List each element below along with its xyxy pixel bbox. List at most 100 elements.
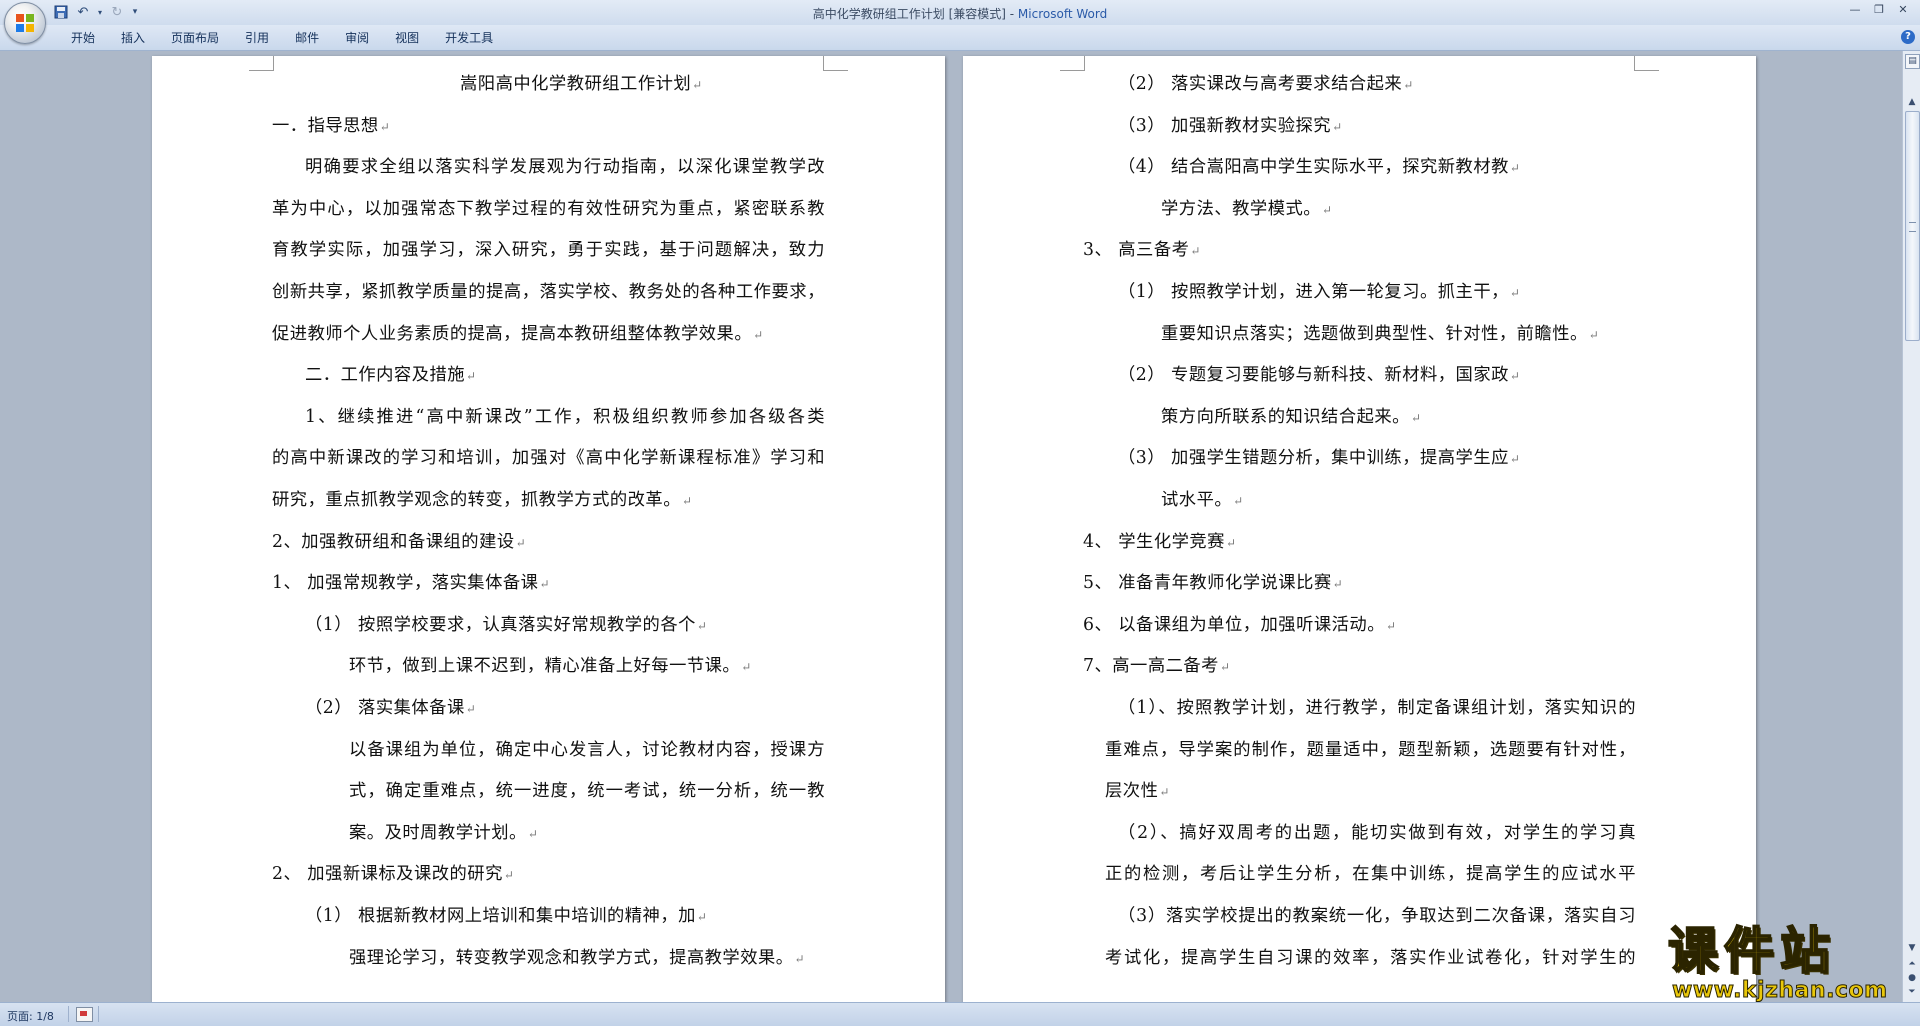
tab-insert[interactable]: 插入 <box>108 29 158 47</box>
paragraph-line[interactable]: （3）落实学校提出的教案统一化，争取达到二次备课，落实自习 <box>1118 905 1636 927</box>
paragraph-mark-icon: ↵ <box>696 910 708 924</box>
proofing-errors-icon[interactable] <box>76 1007 93 1022</box>
paragraph-line[interactable]: 二．工作内容及措施↵ <box>305 364 477 387</box>
paragraph-line[interactable]: 2、 加强新课标及课改的研究↵ <box>272 863 514 886</box>
paragraph-line[interactable]: 研究，重点抓教学观念的转变，抓教学方式的改革。↵ <box>272 489 693 512</box>
paragraph-line[interactable]: （1） 按照学校要求，认真落实好常规教学的各个↵ <box>305 614 707 637</box>
paragraph-line[interactable]: 1、继续推进“高中新课改”工作，积极组织教师参加各级各类 <box>305 406 825 428</box>
paragraph-mark-icon: ↵ <box>539 577 550 592</box>
paragraph-line[interactable]: 明确要求全组以落实科学发展观为行动指南，以深化课堂教学改 <box>305 156 825 178</box>
vertical-scrollbar[interactable]: ▤ ▲ ▼ ⏶ ● ⏷ <box>1902 51 1920 1002</box>
view-ruler-icon[interactable]: ▤ <box>1905 54 1920 69</box>
window-controls: — ❐ ✕ <box>1844 2 1914 18</box>
scrollbar-thumb[interactable] <box>1905 111 1920 341</box>
paragraph-mark-icon: ↵ <box>1509 369 1521 384</box>
paragraph-line[interactable]: 促进教师个人业务素质的提高，提高本教研组整体教学效果。↵ <box>272 323 764 346</box>
tab-review[interactable]: 审阅 <box>332 29 382 47</box>
paragraph-line[interactable]: （2） 专题复习要能够与新科技、新材料，国家政↵ <box>1118 364 1520 387</box>
minimize-icon[interactable]: — <box>1844 2 1866 18</box>
paragraph-line[interactable]: 嵩阳高中化学教研组工作计划↵ <box>460 73 703 96</box>
tab-mailings[interactable]: 邮件 <box>282 29 332 47</box>
paragraph-mark-icon: ↵ <box>1159 785 1170 800</box>
paragraph-line[interactable]: 1、 加强常规教学，落实集体备课↵ <box>272 572 550 595</box>
paragraph-mark-icon: ↵ <box>741 660 752 675</box>
tab-references[interactable]: 引用 <box>232 29 282 47</box>
select-browse-object-icon[interactable]: ● <box>1905 971 1919 985</box>
tab-developer[interactable]: 开发工具 <box>432 29 506 47</box>
paragraph-line[interactable]: 重难点，导学案的制作，题量适中，题型新颖，选题要有针对性， <box>1105 739 1636 761</box>
paragraph-line[interactable]: 的高中新课改的学习和培训，加强对《高中化学新课程标准》学习和 <box>272 447 825 469</box>
crop-mark <box>249 56 274 71</box>
watermark-title: 课件站 <box>1667 922 1836 980</box>
paragraph-line[interactable]: 考试化，提高学生自习课的效率，落实作业试卷化，针对学生的 <box>1105 947 1636 969</box>
paragraph-mark-icon: ↵ <box>465 702 477 716</box>
paragraph-line[interactable]: 强理论学习，转变教学观念和教学方式，提高教学效果。↵ <box>349 947 805 970</box>
paragraph-line[interactable]: （1） 按照教学计划，进入第一轮复习。抓主干，↵ <box>1118 281 1520 304</box>
paragraph-line[interactable]: 创新共享，紧抓教学质量的提高，落实学校、教务处的各种工作要求， <box>272 281 825 303</box>
paragraph-mark-icon: ↵ <box>1509 452 1521 467</box>
paragraph-line[interactable]: 重要知识点落实；选题做到典型性、针对性，前瞻性。↵ <box>1161 323 1599 346</box>
paragraph-line[interactable]: 式，确定重难点，统一进度，统一考试，统一分析，统一教 <box>349 780 825 802</box>
tab-view[interactable]: 视图 <box>382 29 432 47</box>
paragraph-line[interactable]: 试水平。↵ <box>1161 489 1244 512</box>
paragraph-line[interactable]: 5、 准备青年教师化学说课比赛↵ <box>1083 572 1343 595</box>
paragraph-line[interactable]: （2） 落实集体备课↵ <box>305 697 476 720</box>
previous-page-icon[interactable]: ⏶ <box>1905 957 1919 971</box>
paragraph-line[interactable]: （2）、搞好双周考的出题，能切实做到有效，对学生的学习真 <box>1118 822 1636 844</box>
scroll-down-icon[interactable]: ▼ <box>1905 941 1919 955</box>
paragraph-line[interactable]: （1）、按照教学计划，进行教学，制定备课组计划，落实知识的 <box>1118 697 1636 719</box>
paragraph-mark-icon: ↵ <box>1386 618 1397 633</box>
next-page-icon[interactable]: ⏷ <box>1905 985 1919 999</box>
close-icon[interactable]: ✕ <box>1892 2 1914 18</box>
document-page-1[interactable]: 嵩阳高中化学教研组工作计划↵ 一．指导思想↵ 明确要求全组以落实科学发展观为行动指南… <box>152 56 945 1002</box>
document-page-2[interactable]: （2） 落实课改与高考要求结合起来↵ （3） 加强新教材实验探究↵ （4） 结合嵩阳… <box>963 56 1756 1002</box>
tab-home[interactable]: 开始 <box>58 29 108 47</box>
paragraph-mark-icon: ↵ <box>1225 535 1237 550</box>
page-number-status[interactable]: 页面: 1/8 <box>7 1008 54 1024</box>
paragraph-line[interactable]: 革为中心，以加强常态下教学过程的有效性研究为重点，紧密联系教 <box>272 198 825 220</box>
crop-mark <box>1634 56 1659 71</box>
paragraph-mark-icon: ↵ <box>515 535 527 550</box>
paragraph-line[interactable]: 育教学实际，加强学习，深入研究，勇于实践，基于问题解决，致力 <box>272 239 825 261</box>
paragraph-mark-icon: ↵ <box>753 327 764 342</box>
paragraph-mark-icon: ↵ <box>1233 494 1244 508</box>
paragraph-line[interactable]: 7、高一高二备考↵ <box>1083 655 1231 678</box>
paragraph-line[interactable]: 层次性↵ <box>1105 780 1170 803</box>
paragraph-mark-icon: ↵ <box>1509 286 1521 300</box>
paragraph-line[interactable]: 正的检测，考后让学生分析，在集中训练，提高学生的应试水平 <box>1105 863 1636 885</box>
paragraph-mark-icon: ↵ <box>466 369 477 384</box>
crop-mark <box>1060 56 1085 71</box>
paragraph-mark-icon: ↵ <box>1332 119 1343 134</box>
help-icon[interactable]: ? <box>1901 30 1915 44</box>
crop-mark <box>823 56 848 71</box>
paragraph-mark-icon: ↵ <box>1322 202 1333 217</box>
paragraph-line[interactable]: （2） 落实课改与高考要求结合起来↵ <box>1118 73 1414 96</box>
paragraph-line[interactable]: 学方法、教学模式。↵ <box>1161 198 1333 221</box>
paragraph-line[interactable]: 2、加强教研组和备课组的建设↵ <box>272 531 526 554</box>
paragraph-line[interactable]: 策方向所联系的知识结合起来。↵ <box>1161 406 1422 429</box>
paragraph-mark-icon: ↵ <box>503 868 515 883</box>
restore-icon[interactable]: ❐ <box>1868 2 1890 18</box>
paragraph-line[interactable]: 以备课组为单位，确定中心发言人，讨论教材内容，授课方 <box>349 739 825 761</box>
ribbon-tabs: 开始 插入 页面布局 引用 邮件 审阅 视图 开发工具 <box>58 29 506 47</box>
scrollbar-grip-icon <box>1909 222 1916 232</box>
paragraph-mark-icon: ↵ <box>1219 660 1231 675</box>
scroll-up-icon[interactable]: ▲ <box>1905 95 1919 109</box>
paragraph-line[interactable]: 环节，做到上课不迟到，精心准备上好每一节课。↵ <box>349 655 752 678</box>
office-button[interactable] <box>4 2 46 44</box>
paragraph-line[interactable]: 4、 学生化学竞赛↵ <box>1083 531 1237 554</box>
app-name: Microsoft Word <box>1017 7 1108 21</box>
paragraph-line[interactable]: 6、 以备课组为单位，加强听课活动。↵ <box>1083 614 1397 637</box>
office-logo-icon <box>16 14 34 32</box>
tab-page-layout[interactable]: 页面布局 <box>158 29 232 47</box>
paragraph-line[interactable]: 一．指导思想↵ <box>272 115 390 138</box>
paragraph-line[interactable]: 3、 高三备考↵ <box>1083 239 1201 262</box>
paragraph-line[interactable]: 案。及时周教学计划。↵ <box>349 822 538 845</box>
paragraph-line[interactable]: （4） 结合嵩阳高中学生实际水平，探究新教材教↵ <box>1118 156 1520 179</box>
paragraph-mark-icon: ↵ <box>1509 161 1521 176</box>
document-area[interactable]: 嵩阳高中化学教研组工作计划↵ 一．指导思想↵ 明确要求全组以落实科学发展观为行动指南… <box>0 51 1902 1002</box>
paragraph-line[interactable]: （3） 加强新教材实验探究↵ <box>1118 115 1343 138</box>
paragraph-line[interactable]: （1） 根据新教材网上培训和集中培训的精神，加↵ <box>305 905 707 928</box>
status-separator <box>98 1006 99 1022</box>
paragraph-line[interactable]: （3） 加强学生错题分析，集中训练，提高学生应↵ <box>1118 447 1520 470</box>
